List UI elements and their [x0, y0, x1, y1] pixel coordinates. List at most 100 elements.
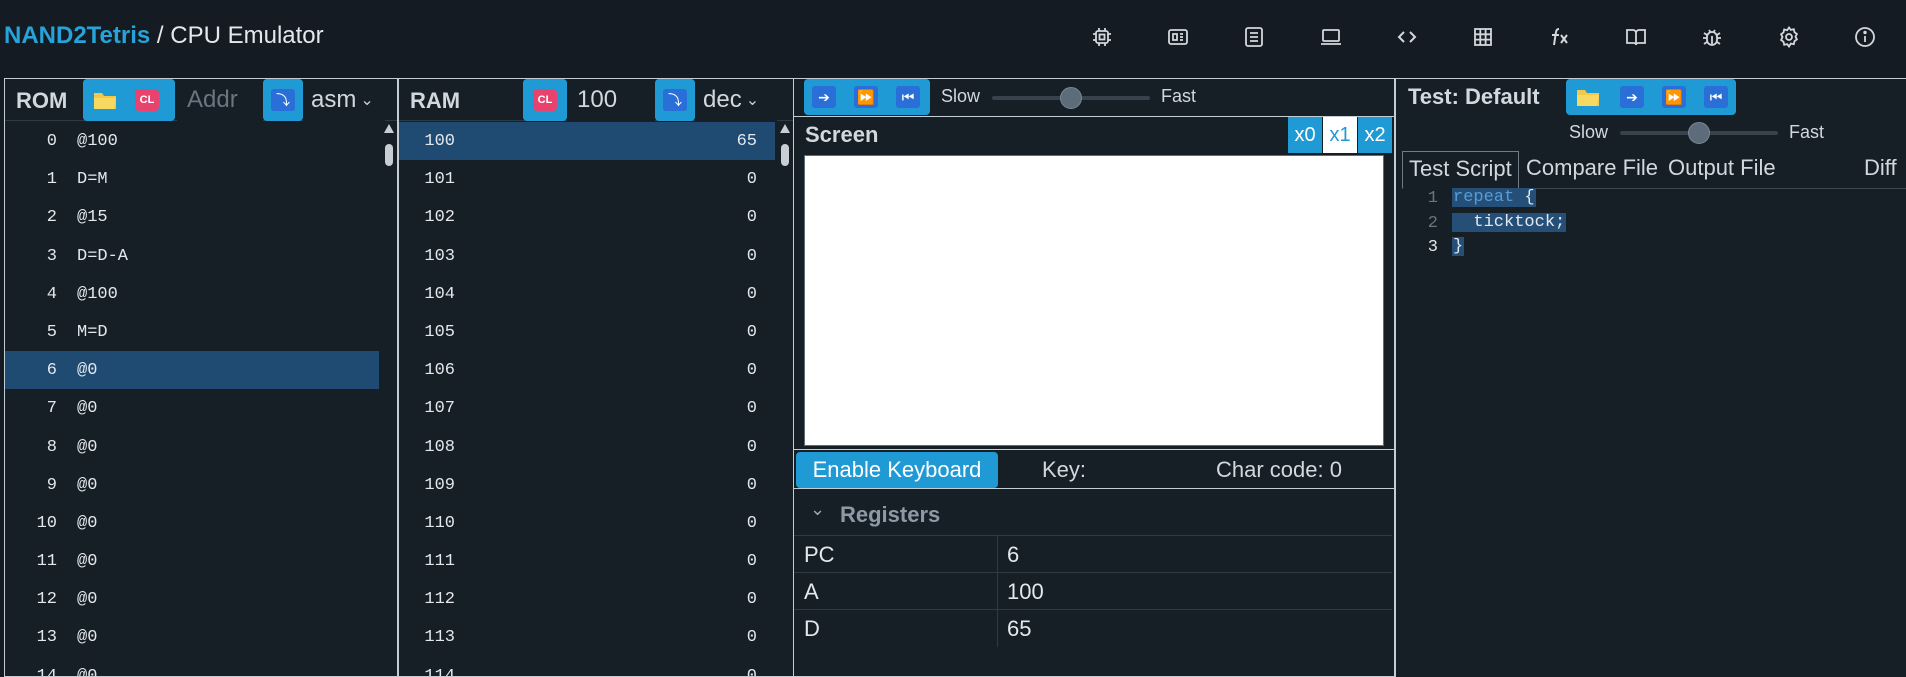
step-icon[interactable]: ➔	[812, 86, 836, 108]
rom-row[interactable]: 5 M=D	[5, 313, 379, 351]
ram-row[interactable]: 113 0	[399, 618, 775, 656]
ram-jump-button[interactable]: ⤵	[655, 79, 695, 121]
rom-row[interactable]: 10 @0	[5, 504, 379, 542]
laptop-icon[interactable]	[1316, 22, 1346, 52]
rom-row[interactable]: 2 @15	[5, 198, 379, 236]
bug-icon[interactable]	[1697, 22, 1727, 52]
speed-slider-knob[interactable]	[1060, 87, 1082, 109]
folder-icon[interactable]	[93, 89, 117, 116]
book-icon[interactable]	[1621, 22, 1651, 52]
rom-row[interactable]: 12 @0	[5, 580, 379, 618]
ram-row[interactable]: 110 0	[399, 504, 775, 542]
run-icon[interactable]: ⏩	[1662, 86, 1686, 108]
ram-row-value[interactable]: 0	[747, 476, 757, 495]
ram-scrollbar[interactable]	[777, 122, 793, 676]
ram-row-value[interactable]: 0	[747, 208, 757, 227]
ram-row-value[interactable]: 0	[747, 628, 757, 647]
rom-row[interactable]: 11 @0	[5, 542, 379, 580]
ram-row[interactable]: 105 0	[399, 313, 775, 351]
rom-row[interactable]: 3 D=D-A	[5, 237, 379, 275]
ram-row[interactable]: 102 0	[399, 198, 775, 236]
enable-keyboard-button[interactable]: Enable Keyboard	[796, 452, 998, 488]
tab-test-script[interactable]: Test Script	[1402, 151, 1519, 189]
rom-jump-button[interactable]: ⤵	[263, 79, 303, 121]
chip-icon[interactable]	[1087, 22, 1117, 52]
scroll-thumb[interactable]	[781, 144, 789, 166]
tab-compare-file[interactable]: Compare File	[1520, 151, 1664, 189]
ram-row[interactable]: 111 0	[399, 542, 775, 580]
ram-row[interactable]: 107 0	[399, 389, 775, 427]
ram-row[interactable]: 100 65	[399, 122, 775, 161]
folder-icon[interactable]	[1576, 86, 1600, 113]
brand-link[interactable]: NAND2Tetris	[4, 22, 150, 49]
test-script-editor[interactable]: 1 repeat {2 ticktock; 3}	[1396, 187, 1906, 261]
rom-row[interactable]: 4 @100	[5, 275, 379, 313]
rom-row[interactable]: 7 @0	[5, 389, 379, 427]
ram-row[interactable]: 104 0	[399, 275, 775, 313]
ram-row[interactable]: 103 0	[399, 237, 775, 275]
chevron-down-icon[interactable]: ⌄	[810, 499, 825, 520]
code-rest: {	[1514, 188, 1535, 207]
rom-row[interactable]: 0 @100	[5, 122, 379, 160]
tab-diff[interactable]: Diff	[1858, 151, 1903, 189]
scroll-thumb[interactable]	[385, 144, 393, 166]
ram-row[interactable]: 114 0	[399, 657, 775, 676]
ram-clear-group: CL	[523, 79, 567, 121]
register-value[interactable]: 100	[1007, 579, 1044, 605]
zoom-x1-button[interactable]: x1	[1323, 117, 1357, 153]
rom-scrollbar[interactable]	[381, 122, 397, 676]
ram-row-value[interactable]: 0	[747, 285, 757, 304]
tab-output-file[interactable]: Output File	[1662, 151, 1782, 189]
ram-format-select[interactable]: dec ⌄	[695, 79, 777, 121]
fx-icon[interactable]	[1545, 22, 1575, 52]
list-icon[interactable]	[1239, 22, 1269, 52]
ram-row[interactable]: 106 0	[399, 351, 775, 389]
info-icon[interactable]	[1850, 22, 1880, 52]
ram-row-value[interactable]: 0	[747, 170, 757, 189]
reset-icon[interactable]: ⏮	[896, 86, 920, 108]
ram-row-value[interactable]: 0	[747, 323, 757, 342]
code-line[interactable]: 3}	[1396, 236, 1906, 261]
reset-icon[interactable]: ⏮	[1704, 86, 1728, 108]
register-value[interactable]: 65	[1007, 616, 1031, 642]
ram-row[interactable]: 112 0	[399, 580, 775, 618]
code-line[interactable]: 1 repeat {	[1396, 187, 1906, 212]
ram-addr-input[interactable]	[567, 79, 655, 121]
step-icon[interactable]: ➔	[1620, 86, 1644, 108]
ram-row-value[interactable]: 0	[747, 399, 757, 418]
run-icon[interactable]: ⏩	[854, 86, 878, 108]
rom-row[interactable]: 8 @0	[5, 428, 379, 466]
code-icon[interactable]	[1392, 22, 1422, 52]
ram-row-value[interactable]: 0	[747, 247, 757, 266]
rom-row[interactable]: 13 @0	[5, 618, 379, 656]
code-line[interactable]: 2 ticktock;	[1396, 212, 1906, 237]
rom-row[interactable]: 14 @0	[5, 657, 379, 676]
cpu-board-icon[interactable]	[1163, 22, 1193, 52]
zoom-x0-button[interactable]: x0	[1288, 117, 1322, 153]
scroll-up-icon[interactable]	[384, 124, 394, 133]
ram-row-value[interactable]: 0	[747, 552, 757, 571]
ram-row-value[interactable]: 0	[747, 514, 757, 533]
ram-row[interactable]: 101 0	[399, 160, 775, 198]
ram-clear-button[interactable]: CL	[533, 89, 557, 111]
ram-row-value[interactable]: 0	[747, 361, 757, 380]
zoom-x2-button[interactable]: x2	[1358, 117, 1392, 153]
ram-row-value[interactable]: 0	[747, 438, 757, 457]
rom-format-select[interactable]: asm ⌄	[303, 79, 385, 121]
ram-row[interactable]: 108 0	[399, 428, 775, 466]
test-speed-slider-knob[interactable]	[1688, 122, 1710, 144]
scroll-up-icon[interactable]	[780, 124, 790, 133]
rom-row[interactable]: 9 @0	[5, 466, 379, 504]
grid-icon[interactable]	[1468, 22, 1498, 52]
rom-row[interactable]: 6 @0	[5, 351, 379, 390]
ram-row-value[interactable]: 0	[747, 590, 757, 609]
ram-row-value[interactable]: 65	[737, 132, 757, 151]
rom-row[interactable]: 1 D=M	[5, 160, 379, 198]
registers-header[interactable]: ⌄ Registers	[794, 493, 1394, 533]
gear-icon[interactable]	[1774, 22, 1804, 52]
ram-row-value[interactable]: 0	[747, 667, 757, 676]
rom-clear-button[interactable]: CL	[135, 89, 159, 111]
rom-addr-input[interactable]	[177, 79, 263, 121]
ram-row[interactable]: 109 0	[399, 466, 775, 504]
register-value[interactable]: 6	[1007, 542, 1019, 568]
